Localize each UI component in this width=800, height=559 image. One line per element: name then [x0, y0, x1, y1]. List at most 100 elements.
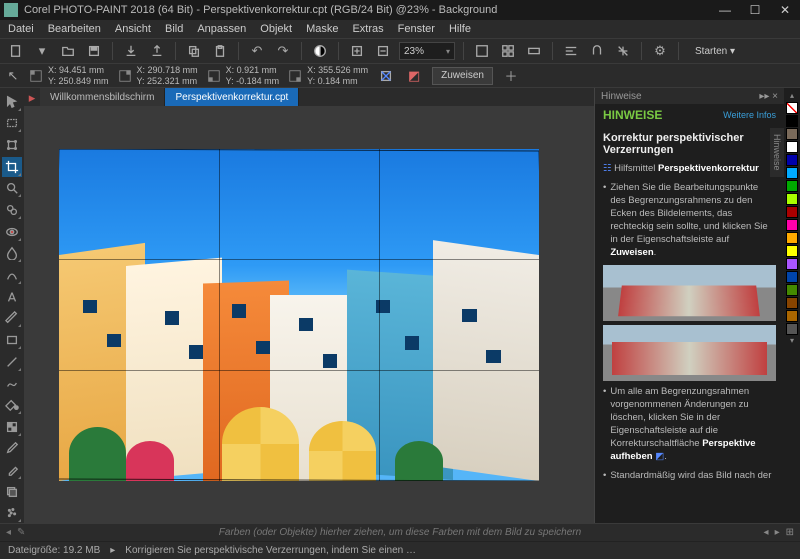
shadow-tool[interactable] — [2, 482, 22, 502]
swatch[interactable] — [786, 167, 798, 179]
spray-tool[interactable] — [2, 503, 22, 523]
tab-document[interactable]: Perspektivenkorrektur.cpt — [165, 88, 299, 106]
copy-icon[interactable] — [184, 41, 204, 61]
zoom-in-icon[interactable] — [347, 41, 367, 61]
clone-tool[interactable] — [2, 200, 22, 220]
maximize-button[interactable]: ☐ — [744, 2, 766, 18]
rectangle-tool[interactable] — [2, 330, 22, 350]
path-tool[interactable] — [2, 374, 22, 394]
swatch[interactable] — [786, 154, 798, 166]
expand-icon[interactable]: ⊞ — [786, 527, 794, 538]
line-tool[interactable] — [2, 352, 22, 372]
menu-item[interactable]: Bearbeiten — [48, 23, 101, 35]
eyedropper-icon[interactable]: ✎ — [17, 527, 25, 538]
text-tool[interactable] — [2, 287, 22, 307]
swatch[interactable] — [786, 245, 798, 257]
swatch[interactable] — [786, 284, 798, 296]
swatch[interactable] — [786, 193, 798, 205]
import-icon[interactable] — [121, 41, 141, 61]
liquid-tool[interactable] — [2, 244, 22, 264]
chevron-down-icon[interactable]: ▾ — [32, 41, 52, 61]
hints-more-link[interactable]: Weitere Infos — [723, 110, 776, 120]
invert-icon[interactable] — [310, 41, 330, 61]
panel-menu-icon[interactable]: ▸▸ × — [759, 91, 778, 102]
fill-tool[interactable] — [2, 395, 22, 415]
eyedropper-tool[interactable] — [2, 439, 22, 459]
menu-item[interactable]: Anpassen — [197, 23, 246, 35]
guides-icon[interactable] — [613, 41, 633, 61]
swatch[interactable] — [786, 141, 798, 153]
hints-panel-title: Hinweise — [601, 91, 642, 102]
menu-item[interactable]: Hilfe — [449, 23, 471, 35]
crop-tool[interactable] — [2, 157, 22, 177]
swatch[interactable] — [786, 232, 798, 244]
pick-tool[interactable] — [2, 92, 22, 112]
paste-icon[interactable] — [210, 41, 230, 61]
document-tabs: ▸ Willkommensbildschirm Perspektivenkorr… — [24, 88, 594, 106]
swatch[interactable] — [786, 115, 798, 127]
swatch-none[interactable] — [786, 102, 798, 114]
swatch[interactable] — [786, 128, 798, 140]
save-icon[interactable] — [84, 41, 104, 61]
close-button[interactable]: ✕ — [774, 2, 796, 18]
window-title: Corel PHOTO-PAINT 2018 (64 Bit) - Perspe… — [24, 4, 714, 16]
zoom-tool[interactable] — [2, 179, 22, 199]
fullscreen-icon[interactable] — [472, 41, 492, 61]
open-icon[interactable] — [58, 41, 78, 61]
swatch[interactable] — [786, 206, 798, 218]
scroll-left-icon[interactable]: ◂ — [764, 527, 769, 538]
menu-item[interactable]: Extras — [352, 23, 383, 35]
reset-perspective-icon[interactable] — [376, 66, 396, 86]
new-icon[interactable] — [6, 41, 26, 61]
tab-pin-icon[interactable]: ▸ — [24, 88, 40, 108]
swatch[interactable] — [786, 297, 798, 309]
redo-icon[interactable]: ↷ — [273, 41, 293, 61]
zoom-level-select[interactable]: 23% — [399, 42, 455, 60]
swatch[interactable] — [786, 219, 798, 231]
menu-item[interactable]: Bild — [165, 23, 183, 35]
undo-icon[interactable]: ↶ — [247, 41, 267, 61]
add-icon[interactable]: ＋ — [501, 66, 521, 86]
export-icon[interactable] — [147, 41, 167, 61]
snap-icon[interactable] — [587, 41, 607, 61]
effect-tool[interactable] — [2, 265, 22, 285]
crop-icon[interactable]: ◩ — [404, 66, 424, 86]
swatch[interactable] — [786, 323, 798, 335]
transparency-tool[interactable] — [2, 417, 22, 437]
image-view — [59, 149, 539, 481]
menu-item[interactable]: Datei — [8, 23, 34, 35]
canvas[interactable] — [24, 106, 594, 523]
mask-rect-tool[interactable] — [2, 114, 22, 134]
options-icon[interactable]: ⚙ — [650, 41, 670, 61]
color-well-hint: Farben (oder Objekte) hierher ziehen, um… — [219, 527, 581, 538]
hints-side-tab[interactable]: Hinweise — [770, 128, 784, 177]
standard-toolbar: ▾ ↶ ↷ 23% ⚙ Starten ▾ — [0, 38, 800, 64]
swatch[interactable] — [786, 310, 798, 322]
menu-item[interactable]: Ansicht — [115, 23, 151, 35]
menu-item[interactable]: Fenster — [398, 23, 435, 35]
minimize-button[interactable]: — — [714, 2, 736, 18]
swatch[interactable] — [786, 180, 798, 192]
scroll-right-icon[interactable]: ▸ — [775, 527, 780, 538]
align-icon[interactable] — [561, 41, 581, 61]
grid-icon[interactable] — [498, 41, 518, 61]
palette-down-icon[interactable]: ▾ — [790, 336, 794, 345]
ruler-icon[interactable] — [524, 41, 544, 61]
launch-dropdown[interactable]: Starten ▾ — [687, 42, 743, 60]
zoom-out-icon[interactable] — [373, 41, 393, 61]
arrow-left-icon[interactable]: ◂ — [6, 527, 11, 538]
brush-tool[interactable] — [2, 309, 22, 329]
palette-up-icon[interactable]: ▴ — [790, 91, 794, 100]
swatch[interactable] — [786, 271, 798, 283]
assign-button[interactable]: Zuweisen — [432, 67, 493, 85]
mask-transform-tool[interactable] — [2, 135, 22, 155]
status-bar: Dateigröße: 19.2 MB ▸ Korrigieren Sie pe… — [0, 541, 800, 559]
tab-welcome[interactable]: Willkommensbildschirm — [40, 88, 165, 106]
redeye-tool[interactable] — [2, 222, 22, 242]
menu-item[interactable]: Objekt — [260, 23, 292, 35]
app-icon — [4, 3, 18, 17]
swatch[interactable] — [786, 258, 798, 270]
coord-top-left: X: 94.451 mmY: 250.849 mm — [28, 65, 109, 87]
eraser-tool[interactable] — [2, 460, 22, 480]
menu-item[interactable]: Maske — [306, 23, 338, 35]
